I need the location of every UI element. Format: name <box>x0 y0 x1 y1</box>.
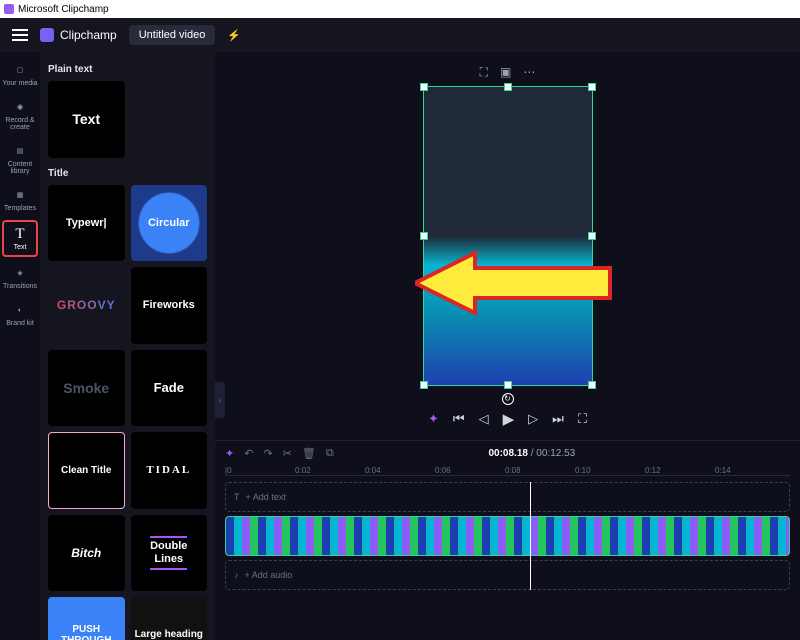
resize-handle[interactable] <box>504 381 512 389</box>
prev-button[interactable]: ⏮ <box>453 411 465 427</box>
folder-icon: ▢ <box>12 62 28 78</box>
left-sidebar: ▢ Your media ◉ Record & create ▤ Content… <box>0 52 40 640</box>
preview-canvas[interactable]: ↻ <box>423 86 593 386</box>
video-clip[interactable] <box>225 516 790 556</box>
record-icon: ◉ <box>12 99 28 115</box>
ruler-tick: 0:08 <box>505 466 521 475</box>
tile-smoke[interactable]: Smoke <box>48 350 125 427</box>
canvas-toolbar: ⛶ ▣ ⋯ <box>480 65 536 80</box>
sidebar-item-your-media[interactable]: ▢ Your media <box>2 58 38 91</box>
tile-bitch[interactable]: Bitch <box>48 515 125 592</box>
section-title: Title <box>48 168 207 179</box>
auto-button[interactable]: ✦ <box>225 447 234 460</box>
rotate-handle[interactable]: ↻ <box>502 393 514 405</box>
tile-double-lines[interactable]: DoubleLines <box>131 515 208 592</box>
tile-push-through[interactable]: PUSH THROUGH <box>48 597 125 640</box>
sidebar-item-templates[interactable]: ▦ Templates <box>2 183 38 216</box>
templates-icon: ▦ <box>12 187 28 203</box>
section-plain-text: Plain text <box>48 64 207 75</box>
project-name-input[interactable]: Untitled video <box>129 25 216 45</box>
redo-button[interactable]: ↷ <box>263 447 272 460</box>
timeline-ruler[interactable]: |0 0:02 0:04 0:06 0:08 0:10 0:12 0:14 <box>225 466 790 476</box>
ruler-tick: 0:12 <box>645 466 661 475</box>
add-audio-track[interactable]: ♪ + Add audio <box>225 560 790 590</box>
window-titlebar: Microsoft Clipchamp <box>0 0 800 18</box>
brand-icon: ◐ <box>12 302 28 318</box>
resize-handle[interactable] <box>504 83 512 91</box>
sidebar-item-record-create[interactable]: ◉ Record & create <box>2 95 38 135</box>
timecode: 00:08.18 / 00:12.53 <box>488 448 575 459</box>
tile-clean-title[interactable]: Clean Title <box>48 432 125 509</box>
tile-plain-text[interactable]: Text <box>48 81 125 158</box>
window-title: Microsoft Clipchamp <box>18 4 109 15</box>
ruler-tick: 0:06 <box>435 466 451 475</box>
sidebar-item-brand-kit[interactable]: ◐ Brand kit <box>2 298 38 331</box>
tile-fade[interactable]: Fade <box>131 350 208 427</box>
magic-button[interactable]: ✦ <box>428 411 439 427</box>
tile-large-heading[interactable]: Large heading <box>131 597 208 640</box>
timeline: ✦ ↶ ↷ ✂ 🗑 ⧉ 00:08.18 / 00:12.53 |0 0:02 0:… <box>215 440 800 640</box>
brand-label: Clipchamp <box>60 28 117 42</box>
app-topbar: Clipchamp Untitled video ⚡ <box>0 18 800 52</box>
ruler-tick: |0 <box>225 466 232 475</box>
play-button[interactable]: ▶ <box>503 410 515 428</box>
more-button[interactable]: ⋯ <box>523 65 535 80</box>
text-icon: T <box>12 226 28 242</box>
clipchamp-logo-icon <box>40 28 54 42</box>
annotation-arrow-icon <box>415 238 615 328</box>
resize-handle[interactable] <box>420 83 428 91</box>
step-fwd-button[interactable]: ▷ <box>528 411 538 427</box>
step-back-button[interactable]: ◁ <box>479 411 489 427</box>
ruler-tick: 0:02 <box>295 466 311 475</box>
current-time: 00:08.18 <box>488 448 527 459</box>
cut-button[interactable]: ✂ <box>283 447 292 460</box>
crop-button[interactable]: ⛶ <box>480 65 488 80</box>
tile-typewr-[interactable]: Typewr| <box>48 185 125 262</box>
brand: Clipchamp <box>40 28 117 42</box>
ruler-tick: 0:10 <box>575 466 591 475</box>
transitions-icon: ◈ <box>12 265 28 281</box>
next-button[interactable]: ⏭ <box>552 411 564 427</box>
text-track-icon: T <box>234 492 240 502</box>
audio-track-icon: ♪ <box>234 570 239 580</box>
copy-button[interactable]: ⧉ <box>326 447 334 460</box>
menu-icon[interactable] <box>12 29 28 41</box>
library-icon: ▤ <box>12 143 28 159</box>
resize-handle[interactable] <box>588 83 596 91</box>
duration: 00:12.53 <box>536 448 575 459</box>
ruler-tick: 0:04 <box>365 466 381 475</box>
delete-button[interactable]: 🗑 <box>302 447 316 460</box>
undo-button[interactable]: ↶ <box>244 447 253 460</box>
sidebar-item-text[interactable]: T Text <box>2 220 38 257</box>
tile-fireworks[interactable]: Fireworks <box>131 267 208 344</box>
tile-groovy[interactable]: GROOVY <box>48 267 125 344</box>
sidebar-item-transitions[interactable]: ◈ Transitions <box>2 261 38 294</box>
app-logo-icon <box>4 4 14 14</box>
resize-handle[interactable] <box>420 381 428 389</box>
playback-controls: ✦ ⏮ ◁ ▶ ▷ ⏭ ⛶ <box>428 410 587 428</box>
fullscreen-button[interactable]: ⛶ <box>578 411 587 427</box>
add-text-track[interactable]: T + Add text <box>225 482 790 512</box>
timeline-tools: ✦ ↶ ↷ ✂ 🗑 ⧉ <box>225 447 334 460</box>
sync-icon[interactable]: ⚡ <box>227 29 241 42</box>
sidebar-item-content-library[interactable]: ▤ Content library <box>2 139 38 179</box>
tile-tidal[interactable]: TIDAL <box>131 432 208 509</box>
workspace: ‹ ⛶ ▣ ⋯ ↻ ✦ ⏮ <box>215 52 800 640</box>
fit-button[interactable]: ▣ <box>500 65 511 80</box>
resize-handle[interactable] <box>588 381 596 389</box>
tile-circular[interactable]: Circular <box>131 185 208 262</box>
text-panel: Plain text Text Title Typewr|CircularGRO… <box>40 52 215 640</box>
ruler-tick: 0:14 <box>715 466 731 475</box>
